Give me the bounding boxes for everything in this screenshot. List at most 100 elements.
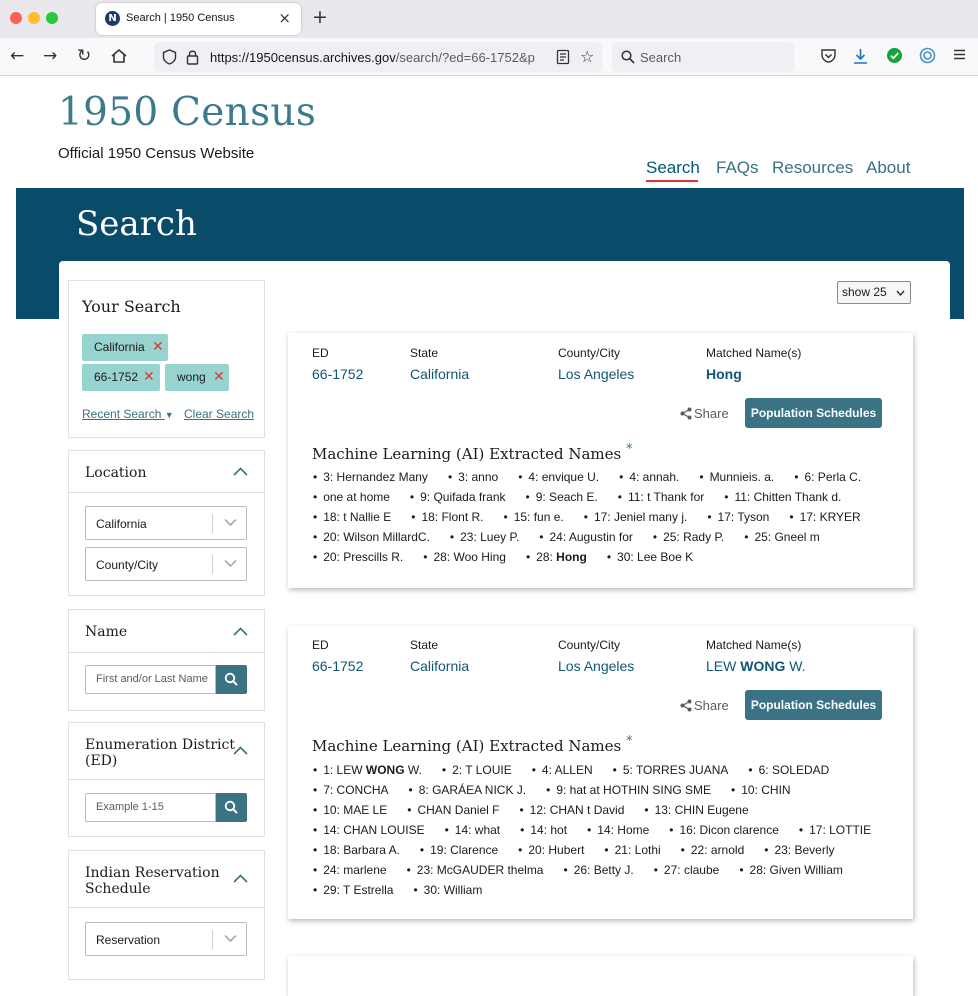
extracted-name-item: 14: Home xyxy=(587,820,649,840)
name-filter: Name First and/or Last Name xyxy=(68,609,265,711)
extracted-name-item: 21: Lothi xyxy=(604,840,661,860)
extracted-name-item: 14: hot xyxy=(520,820,567,840)
remove-chip-icon[interactable]: ✕ xyxy=(152,334,164,361)
page-title: Search xyxy=(76,204,197,244)
extracted-name-item: 16: Dicon clarence xyxy=(669,820,779,840)
matched-name-value: Hong xyxy=(706,366,742,382)
extracted-name-item: 13: CHIN Eugene xyxy=(644,800,749,820)
nav-resources[interactable]: Resources xyxy=(772,158,853,178)
remove-chip-icon[interactable]: ✕ xyxy=(143,364,155,391)
population-schedules-button[interactable]: Population Schedules xyxy=(745,690,882,720)
your-search-title: Your Search xyxy=(82,297,181,316)
share-button[interactable]: Share xyxy=(680,406,729,421)
ed-label: ED xyxy=(312,346,329,360)
pocket-icon[interactable] xyxy=(820,47,837,64)
extracted-name-item: CHAN Daniel F xyxy=(407,800,499,820)
extension-check-icon[interactable] xyxy=(886,47,903,64)
minimize-window-button[interactable] xyxy=(28,12,40,24)
extracted-name-item: 4: annah. xyxy=(619,467,679,487)
extracted-name-item: 24: Augustin for xyxy=(539,527,632,547)
extracted-name-item: 10: MAE LE xyxy=(313,800,387,820)
state-label: State xyxy=(410,346,439,360)
search-icon xyxy=(224,800,238,814)
maximize-window-button[interactable] xyxy=(46,12,58,24)
extracted-name-item: 3: Hernandez Many xyxy=(313,467,428,487)
tracking-shield-icon[interactable] xyxy=(162,49,177,65)
nav-about[interactable]: About xyxy=(866,158,910,178)
chevron-up-icon[interactable] xyxy=(233,746,248,755)
extracted-name-item: 23: Beverly xyxy=(764,840,834,860)
extracted-name-item: 20: Wilson MillardC. xyxy=(313,527,430,547)
extracted-name-item: 5: TORRES JUANA xyxy=(613,760,729,780)
lock-icon[interactable] xyxy=(186,49,199,65)
remove-chip-icon[interactable]: ✕ xyxy=(213,364,225,391)
extracted-name-item: 14: CHAN LOUISE xyxy=(313,820,424,840)
new-tab-icon[interactable]: + xyxy=(312,6,328,28)
extracted-name-item: 1: LEW WONG W. xyxy=(313,760,422,780)
ed-search-button[interactable] xyxy=(216,793,247,822)
share-icon xyxy=(680,407,692,420)
clear-search-link[interactable]: Clear Search xyxy=(184,407,254,421)
chevron-up-icon[interactable] xyxy=(233,627,248,636)
chevron-down-icon xyxy=(224,559,237,568)
extracted-names-list: 1: LEW WONG W. 2: T LOUIE 4: ALLEN 5: TORRE… xyxy=(313,760,893,900)
address-bar[interactable]: https://1950census.archives.gov/search/?… xyxy=(154,42,602,72)
chevron-up-icon[interactable] xyxy=(233,467,248,476)
account-icon[interactable] xyxy=(919,47,936,64)
extracted-name-item: 28: Hong xyxy=(526,547,587,567)
chevron-down-icon xyxy=(224,934,237,943)
extracted-name-item: 9: Seach E. xyxy=(526,487,598,507)
matched-label: Matched Name(s) xyxy=(706,346,802,360)
ed-value: 66-1752 xyxy=(312,366,364,382)
recent-search-link[interactable]: Recent Search ▼ xyxy=(82,407,174,421)
reload-icon[interactable]: ↻ xyxy=(77,46,91,66)
extracted-name-item: 18: t Nallie E xyxy=(313,507,391,527)
filter-chip-ed: 66-1752 ✕ xyxy=(82,364,160,391)
nav-faqs[interactable]: FAQs xyxy=(716,158,759,178)
browser-toolbar: ← → ↻ https://1950census.archives.gov/se… xyxy=(0,38,978,76)
chevron-up-icon[interactable] xyxy=(233,874,248,883)
extracted-name-item: one at home xyxy=(313,487,390,507)
close-window-button[interactable] xyxy=(10,12,22,24)
back-icon[interactable]: ← xyxy=(10,46,24,66)
forward-icon[interactable]: → xyxy=(43,46,57,66)
close-tab-icon[interactable]: × xyxy=(278,9,291,27)
extracted-name-item: 30: William xyxy=(413,880,483,900)
home-icon[interactable] xyxy=(110,47,128,65)
county-value: Los Angeles xyxy=(558,658,635,674)
population-schedules-button[interactable]: Population Schedules xyxy=(745,398,882,428)
nav-search[interactable]: Search xyxy=(646,158,700,178)
extracted-name-item: 12: CHAN t David xyxy=(519,800,625,820)
state-label: State xyxy=(410,638,439,652)
menu-hamburger-icon[interactable] xyxy=(952,47,967,62)
location-header[interactable]: Location xyxy=(69,451,264,493)
extracted-name-item: 29: T Estrella xyxy=(313,880,393,900)
county-select[interactable]: County/City xyxy=(85,547,247,581)
ml-names-heading: Machine Learning (AI) Extracted Names * xyxy=(312,734,633,755)
extracted-name-item: 17: LOTTIE xyxy=(799,820,871,840)
county-value: Los Angeles xyxy=(558,366,635,382)
downloads-icon[interactable] xyxy=(852,47,869,65)
reservation-select[interactable]: Reservation xyxy=(85,922,247,956)
extracted-name-item: 7: CONCHA xyxy=(313,780,388,800)
browser-search-input[interactable]: Search xyxy=(612,42,794,72)
result-card xyxy=(288,956,913,996)
name-search-button[interactable] xyxy=(216,665,247,694)
site-title[interactable]: 1950 Census xyxy=(58,90,316,135)
bookmark-star-icon[interactable]: ☆ xyxy=(580,47,594,66)
name-input[interactable]: First and/or Last Name xyxy=(85,665,216,694)
extracted-name-item: 6: Perla C. xyxy=(794,467,861,487)
name-header[interactable]: Name xyxy=(69,610,264,653)
reader-view-icon[interactable] xyxy=(556,49,570,65)
ed-input[interactable]: Example 1-15 xyxy=(85,793,216,822)
state-select[interactable]: California xyxy=(85,506,247,540)
reservation-header[interactable]: Indian Reservation Schedule xyxy=(69,851,264,908)
url-text: https://1950census.archives.gov/search/?… xyxy=(210,50,535,65)
extracted-name-item: 19: Clarence xyxy=(420,840,498,860)
ml-names-heading: Machine Learning (AI) Extracted Names * xyxy=(312,442,633,463)
chevron-down-icon xyxy=(896,290,905,296)
share-button[interactable]: Share xyxy=(680,698,729,713)
results-per-page-select[interactable]: show 25 xyxy=(837,281,911,304)
browser-tab-active[interactable]: N Search | 1950 Census × xyxy=(96,3,301,35)
ed-header[interactable]: Enumeration District (ED) xyxy=(69,723,264,780)
